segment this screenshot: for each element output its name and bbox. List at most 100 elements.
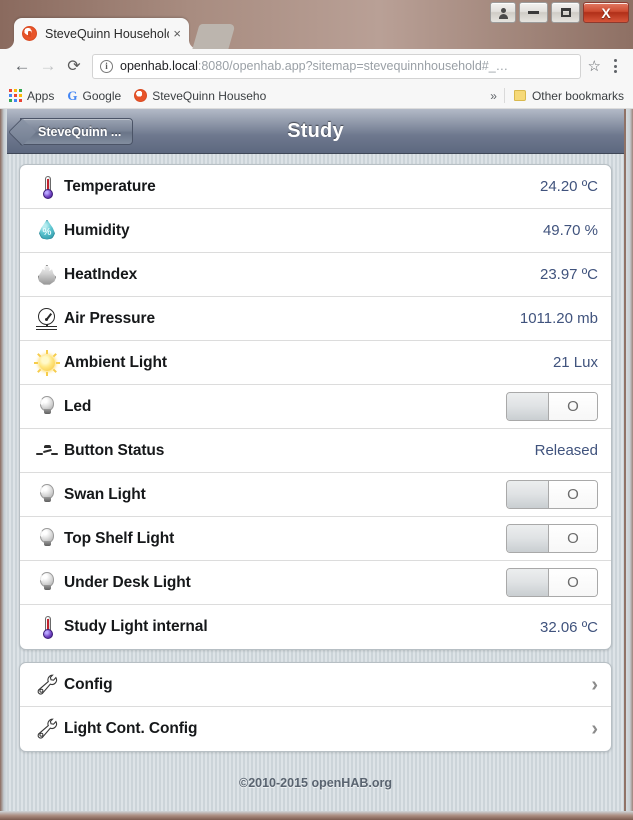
sun-icon: [30, 349, 64, 376]
bookmark-stevequinn[interactable]: SteveQuinn Househo: [134, 89, 266, 103]
row-label: Led: [64, 397, 92, 415]
row-value: 49.70 %: [542, 222, 598, 239]
bookmarks-bar: Apps G Google SteveQuinn Househo » Other…: [0, 83, 633, 109]
toggle-state-label: O: [549, 481, 597, 508]
list-item[interactable]: Light Cont. Config ›: [20, 707, 611, 751]
table-row[interactable]: Top Shelf Light O: [20, 517, 611, 561]
bookmarks-overflow-icon[interactable]: »: [483, 89, 504, 103]
row-label: HeatIndex: [64, 265, 138, 283]
row-label: Under Desk Light: [64, 573, 191, 591]
back-icon[interactable]: ←: [9, 53, 35, 79]
wrench-icon: [30, 716, 64, 742]
items-card: Temperature 24.20 ºC % Humidity 49.70 %: [19, 164, 612, 650]
table-row[interactable]: Air Pressure 1011.20 mb: [20, 297, 611, 341]
table-row[interactable]: Swan Light O: [20, 473, 611, 517]
list-item-label: Config: [64, 675, 113, 693]
openhab-header: SteveQuinn ... Study: [7, 109, 624, 154]
new-tab-button[interactable]: [192, 24, 236, 49]
browser-tab[interactable]: SteveQuinn Household ×: [14, 18, 189, 49]
row-value: Released: [534, 442, 598, 459]
toggle-state-label: O: [549, 569, 597, 596]
site-info-icon[interactable]: i: [100, 59, 113, 73]
row-label: Study Light internal: [64, 618, 208, 635]
flame-icon: [30, 262, 64, 288]
window-left-border: [0, 109, 7, 811]
lightbulb-icon: [30, 394, 64, 420]
toggle-knob: [507, 525, 549, 552]
toggle-knob: [507, 569, 549, 596]
table-row[interactable]: Temperature 24.20 ºC: [20, 165, 611, 209]
gauge-icon: [30, 306, 64, 332]
row-value: 32.06 ºC: [539, 618, 598, 636]
toggle-switch-under-desk-light[interactable]: O: [506, 568, 598, 597]
table-row[interactable]: % Humidity 49.70 %: [20, 209, 611, 253]
lightbulb-icon: [30, 482, 64, 508]
row-label: Top Shelf Light: [64, 529, 175, 547]
toggle-state-label: O: [549, 393, 597, 420]
bookmark-star-icon[interactable]: ☆: [588, 57, 601, 75]
toggle-switch-swan-light[interactable]: O: [506, 480, 598, 509]
address-bar[interactable]: i openhab.local:8080/openhab.app?sitemap…: [92, 53, 581, 79]
chevron-right-icon: ›: [591, 718, 598, 740]
lightbulb-icon: [30, 526, 64, 552]
table-row[interactable]: Under Desk Light O: [20, 561, 611, 605]
toggle-state-label: O: [549, 525, 597, 552]
window-bottom-border: [0, 811, 633, 820]
chevron-right-icon: ›: [591, 673, 598, 696]
row-label: Air Pressure: [64, 309, 155, 327]
table-row[interactable]: Ambient Light 21 Lux: [20, 341, 611, 385]
reload-icon[interactable]: ⟳: [61, 53, 87, 79]
lightbulb-icon: [30, 570, 64, 596]
openhab-favicon: [22, 26, 37, 41]
row-label: Ambient Light: [64, 353, 167, 371]
row-value: 24.20 ºC: [539, 178, 598, 195]
list-item[interactable]: Config ›: [20, 663, 611, 707]
row-value: 21 Lux: [552, 354, 598, 371]
switch-icon: [30, 438, 64, 464]
page-title: Study: [287, 119, 344, 142]
back-button-label: SteveQuinn ...: [38, 124, 122, 139]
google-icon: G: [67, 87, 78, 103]
wrench-icon: [30, 672, 64, 698]
apps-grid-icon: [9, 89, 22, 102]
back-to-sitemap-button[interactable]: SteveQuinn ...: [20, 118, 134, 145]
toggle-knob: [507, 481, 549, 508]
url-host: openhab.local: [120, 59, 198, 73]
bookmarks-separator: [503, 88, 505, 103]
browser-window: X SteveQuinn Household × ← → ⟳ i openhab…: [0, 0, 633, 820]
toggle-switch-led[interactable]: O: [506, 392, 598, 421]
other-bookmarks-folder-icon: [513, 90, 526, 101]
table-row[interactable]: Led O: [20, 385, 611, 429]
table-row[interactable]: Button Status Released: [20, 429, 611, 473]
chrome-menu-icon[interactable]: [606, 59, 624, 73]
page-viewport: SteveQuinn ... Study Temperature 24.20 º…: [7, 109, 624, 811]
page-footer: ©2010-2015 openHAB.org: [238, 776, 392, 790]
browser-toolbar: ← → ⟳ i openhab.local:8080/openhab.app?s…: [0, 49, 633, 83]
row-label: Humidity: [64, 221, 130, 239]
links-card: Config › Light Cont. Config ›: [19, 662, 612, 752]
bookmark-stevequinn-label: SteveQuinn Househo: [152, 88, 267, 103]
tab-strip: SteveQuinn Household ×: [0, 18, 633, 49]
bookmark-apps-label: Apps: [27, 88, 55, 103]
url-path: :8080/openhab.app?sitemap=stevequinnhous…: [197, 59, 509, 73]
row-value: 1011.20 mb: [519, 310, 598, 327]
thermometer-icon: [30, 174, 64, 200]
toggle-switch-top-shelf-light[interactable]: O: [506, 524, 598, 553]
openhab-bookmark-icon: [134, 89, 148, 102]
bookmark-google[interactable]: G Google: [67, 88, 121, 104]
bookmark-google-label: Google: [82, 88, 122, 103]
row-label: Button Status: [64, 441, 165, 459]
other-bookmarks-label[interactable]: Other bookmarks: [532, 89, 624, 103]
window-right-border: [626, 109, 633, 811]
row-value: 23.97 ºC: [539, 266, 598, 283]
forward-icon[interactable]: →: [35, 53, 61, 79]
table-row[interactable]: Study Light internal 32.06 ºC: [20, 605, 611, 649]
toggle-knob: [507, 393, 549, 420]
list-item-label: Light Cont. Config: [64, 720, 198, 737]
bookmark-apps[interactable]: Apps: [9, 89, 54, 103]
openhab-body: Temperature 24.20 ºC % Humidity 49.70 %: [7, 154, 624, 790]
row-label: Swan Light: [64, 485, 146, 503]
table-row[interactable]: HeatIndex 23.97 ºC: [20, 253, 611, 297]
tab-close-icon[interactable]: ×: [173, 26, 181, 41]
thermometer-icon: [30, 614, 64, 640]
